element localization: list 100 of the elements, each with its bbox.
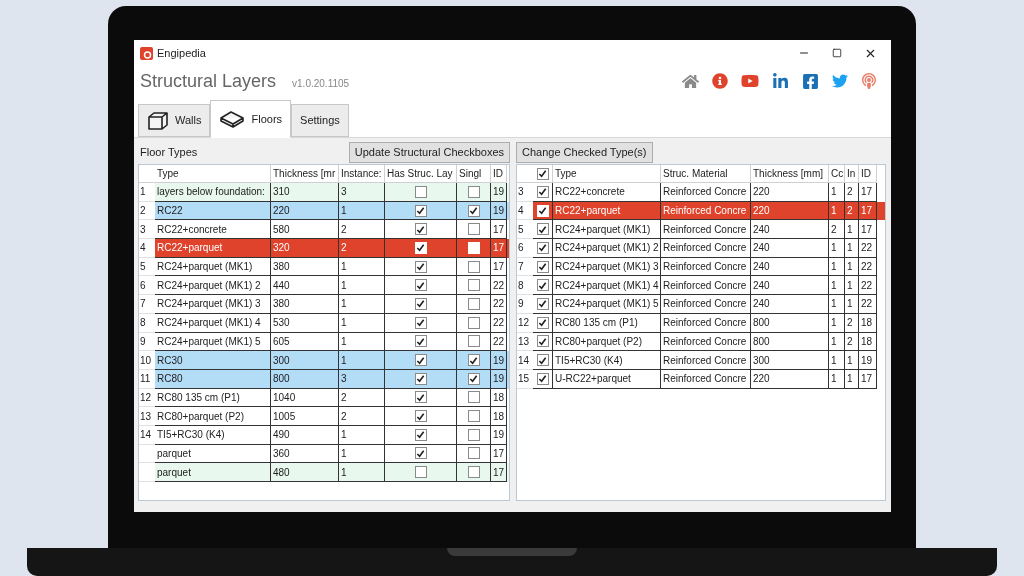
table-row[interactable]: 10 RC30 300 1 19 [139, 351, 509, 370]
table-cell: RC80+parquet (P2) [155, 407, 271, 426]
slab-icon [219, 110, 246, 128]
checkbox[interactable] [414, 297, 427, 310]
table-cell: 530 [271, 313, 339, 333]
checkbox[interactable] [414, 185, 427, 198]
checkbox[interactable] [536, 185, 549, 198]
checkbox[interactable] [536, 223, 549, 236]
checkbox[interactable] [414, 410, 427, 423]
checkbox[interactable] [536, 167, 549, 180]
table-cell: 19 [859, 351, 877, 370]
table-cell: 17 [491, 463, 507, 482]
table-row[interactable]: 1 layers below foundation: 310 3 19 [139, 183, 509, 202]
checkbox[interactable] [467, 466, 480, 479]
table-cell: RC24+parquet (MK1) 4 [155, 313, 271, 333]
checkbox[interactable] [414, 204, 427, 217]
table-row[interactable]: 3 RC22+concrete 580 2 17 [139, 220, 509, 240]
checkbox[interactable] [536, 335, 549, 348]
checkbox[interactable] [536, 260, 549, 273]
checkbox[interactable] [467, 335, 480, 348]
checkbox[interactable] [467, 410, 480, 423]
checkbox[interactable] [414, 372, 427, 385]
table-cell: 1 [829, 351, 845, 370]
window-title: Structural Layers [140, 69, 277, 93]
checkbox[interactable] [414, 335, 427, 348]
linkedin-icon[interactable] [772, 72, 789, 90]
checkbox[interactable] [414, 391, 427, 404]
checkbox[interactable] [467, 354, 480, 367]
update-checkboxes-button[interactable]: Update Structural Checkboxes [348, 141, 510, 163]
home-icon[interactable] [682, 72, 699, 90]
checkbox[interactable] [467, 279, 480, 292]
table-cell: 1 [829, 369, 845, 389]
table-cell: 22 [491, 295, 507, 314]
table-row[interactable]: 6 RC24+parquet (MK1) 2 440 1 22 [139, 276, 509, 296]
tab[interactable]: Walls [138, 104, 211, 137]
table-row[interactable]: 7 RC24+parquet (MK1) 3 380 1 22 [139, 295, 509, 314]
row-number: 1 [139, 183, 155, 202]
table-cell: 22 [859, 295, 877, 314]
video-play-icon[interactable] [741, 72, 759, 90]
checkbox[interactable] [467, 428, 480, 441]
tab[interactable]: Settings [291, 104, 349, 137]
checkbox[interactable] [536, 241, 549, 254]
app-name: Engipedia [157, 45, 206, 61]
checkbox[interactable] [414, 260, 427, 273]
table-row[interactable]: parquet 480 1 17 [139, 463, 509, 482]
table-cell: 310 [271, 183, 339, 202]
table-cell: 2 [845, 183, 859, 202]
table-cell: Reinforced Concre [661, 351, 751, 370]
table-cell: 1 [829, 239, 845, 258]
checkbox[interactable] [414, 316, 427, 329]
table-cell: 1 [829, 295, 845, 314]
panel-title: Floor Types [140, 144, 198, 160]
table-cell: Reinforced Concre [661, 295, 751, 314]
checkbox[interactable] [414, 428, 427, 441]
bird-icon[interactable] [832, 73, 848, 89]
checkbox[interactable] [536, 279, 549, 292]
checkbox[interactable] [467, 204, 480, 217]
table-cell: RC22+concrete [553, 183, 661, 202]
facebook-icon[interactable] [802, 72, 819, 90]
app-logo-icon [140, 46, 153, 60]
checkbox[interactable] [467, 223, 480, 236]
table-cell: 1 [339, 463, 385, 482]
checkbox[interactable] [414, 447, 427, 460]
checkbox[interactable] [536, 354, 549, 367]
table-cell: 17 [859, 183, 877, 202]
table-cell: 2 [845, 313, 859, 333]
table-cell: 19 [491, 425, 507, 445]
table-row[interactable]: 13 RC80+parquet (P2) 1005 2 18 [139, 407, 509, 426]
checkbox[interactable] [467, 185, 480, 198]
table-cell: U-RC22+parquet [553, 369, 661, 389]
checkbox[interactable] [536, 316, 549, 329]
checkbox[interactable] [536, 297, 549, 310]
checkbox[interactable] [536, 372, 549, 385]
checkbox[interactable] [467, 260, 480, 273]
table-cell: 800 [751, 313, 829, 333]
checkbox[interactable] [467, 316, 480, 329]
checkbox[interactable] [414, 223, 427, 236]
tab[interactable]: Floors [210, 100, 292, 138]
checkbox[interactable] [414, 466, 427, 479]
maximize-icon[interactable] [832, 48, 842, 58]
table-cell: RC24+parquet (MK1) 2 [553, 239, 661, 258]
info-icon[interactable] [712, 73, 728, 89]
version-label: v1.0.20.1105 [292, 76, 350, 91]
table-cell: 22 [491, 313, 507, 333]
checkbox[interactable] [467, 372, 480, 385]
checkbox[interactable] [414, 354, 427, 367]
table-cell: RC24+parquet (MK1) 3 [155, 295, 271, 314]
checkbox[interactable] [414, 279, 427, 292]
table-cell: 240 [751, 295, 829, 314]
table-cell: parquet [155, 463, 271, 482]
table-cell: RC24+parquet (MK1) 5 [553, 295, 661, 314]
checkbox[interactable] [467, 447, 480, 460]
table-cell: layers below foundation: [155, 183, 271, 202]
change-types-button[interactable]: Change Checked Type(s) [516, 141, 653, 163]
table-cell: 490 [271, 425, 339, 445]
table-cell: 18 [491, 407, 507, 426]
table-cell: 1 [845, 351, 859, 370]
checkbox[interactable] [467, 297, 480, 310]
podcast-icon[interactable] [861, 73, 877, 89]
checkbox[interactable] [467, 391, 480, 404]
